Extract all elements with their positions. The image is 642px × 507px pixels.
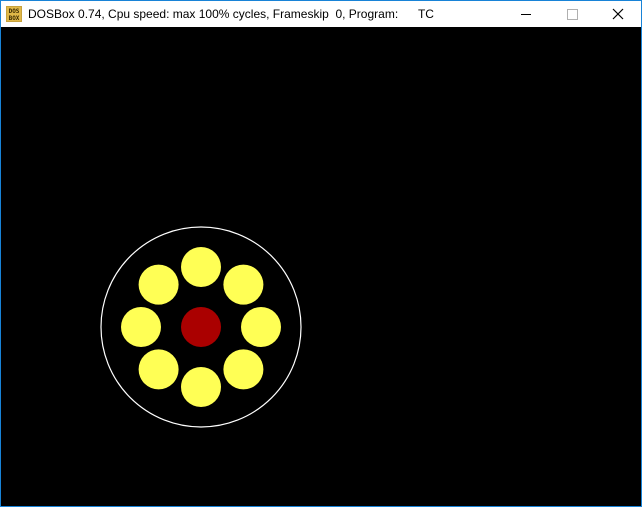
icon-text-top: DOS <box>9 8 20 15</box>
yellow-ball <box>223 349 264 390</box>
title-bar[interactable]: DOS BOX DOSBox 0.74, Cpu speed: max 100%… <box>1 1 641 27</box>
yellow-ball <box>181 367 221 407</box>
maximize-icon <box>567 9 578 20</box>
dosbox-window: DOS BOX DOSBox 0.74, Cpu speed: max 100%… <box>0 0 642 507</box>
yellow-ball <box>223 264 264 305</box>
yellow-ball <box>121 307 161 347</box>
dosbox-icon[interactable]: DOS BOX <box>6 6 22 22</box>
dos-graphics-canvas <box>100 226 302 428</box>
window-title: DOSBox 0.74, Cpu speed: max 100% cycles,… <box>28 7 434 21</box>
yellow-ball <box>181 247 221 287</box>
icon-text-bottom: BOX <box>9 15 20 22</box>
yellow-ball <box>241 307 281 347</box>
maximize-button[interactable] <box>549 1 595 27</box>
dos-screen[interactable] <box>1 27 641 506</box>
center-red-circle <box>181 307 221 347</box>
minimize-icon <box>521 14 531 15</box>
close-icon <box>612 8 624 20</box>
yellow-ball <box>138 349 179 390</box>
minimize-button[interactable] <box>503 1 549 27</box>
close-button[interactable] <box>595 1 641 27</box>
yellow-ball <box>138 264 179 305</box>
